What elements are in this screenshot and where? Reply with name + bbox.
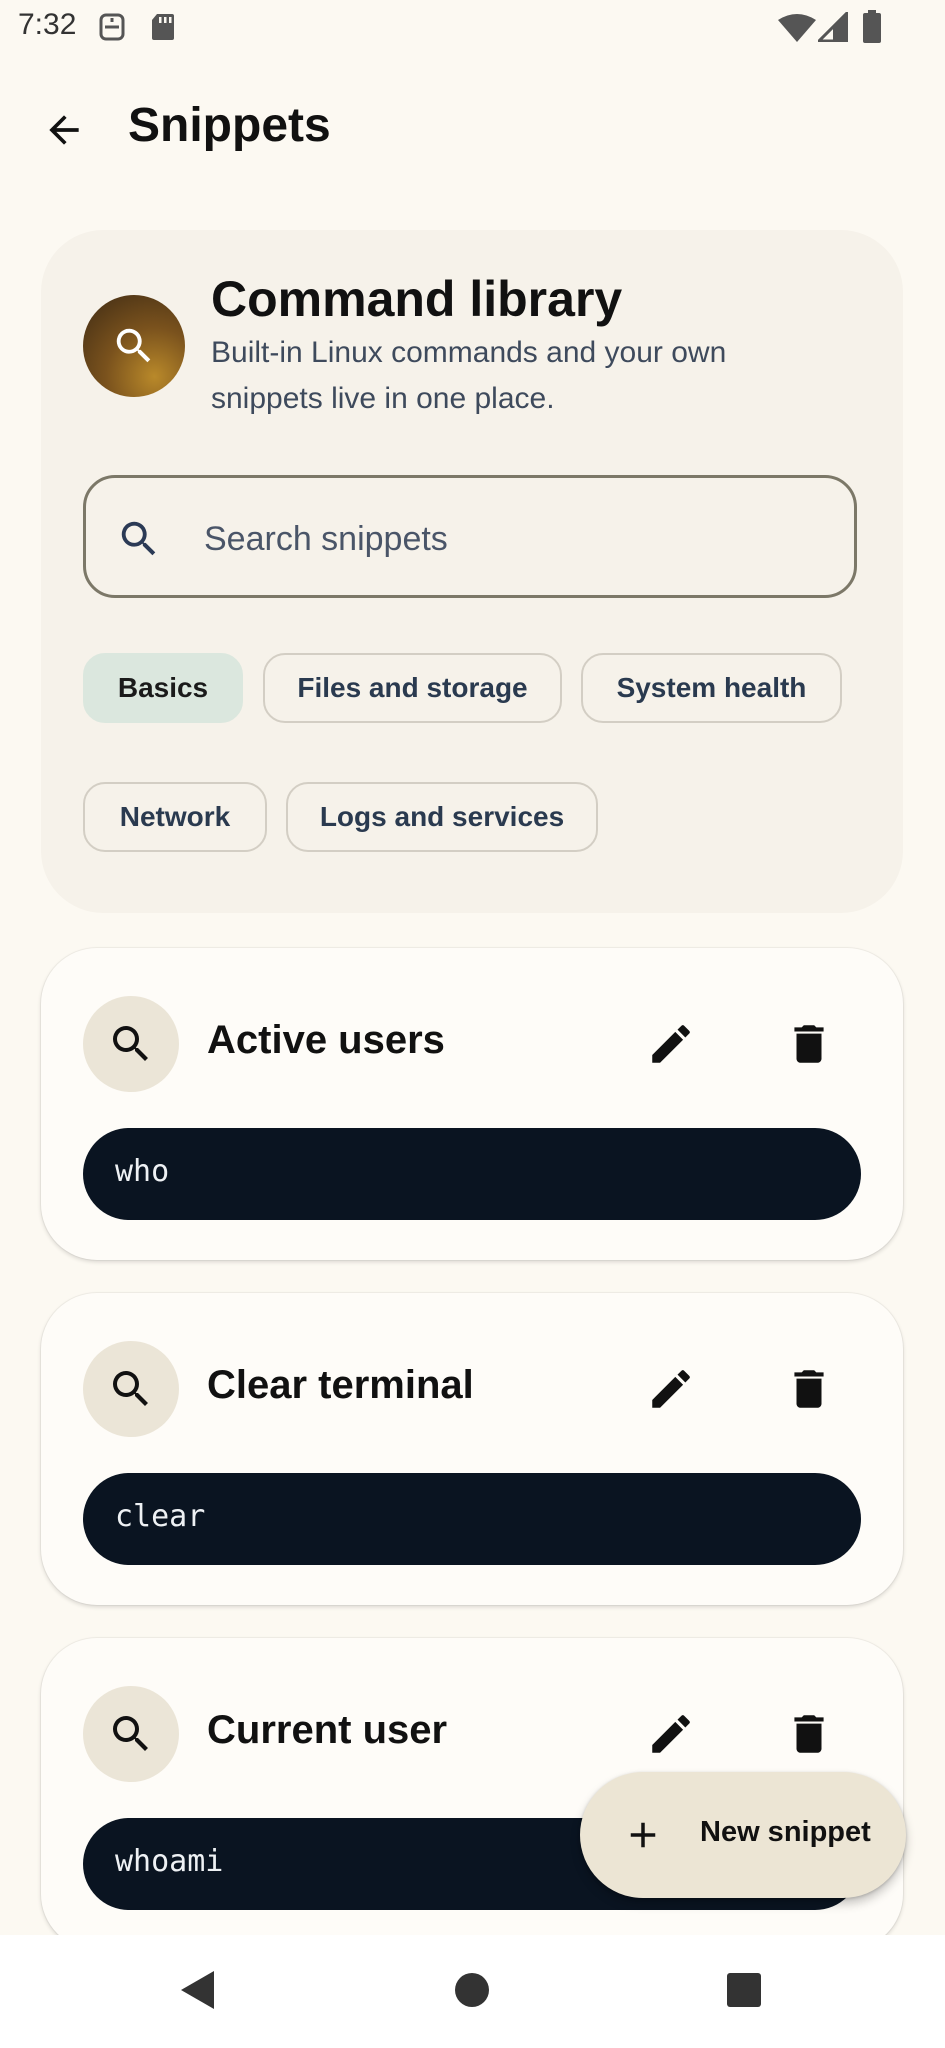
wifi-icon [778, 14, 816, 47]
home-circle-icon [455, 1973, 489, 2007]
sd-card-icon [150, 12, 176, 47]
new-snippet-button[interactable]: New snippet [580, 1772, 906, 1898]
delete-button[interactable] [779, 1704, 839, 1764]
hero-avatar [83, 295, 185, 397]
search-input[interactable] [202, 508, 826, 570]
chip-files-and-storage[interactable]: Files and storage [263, 653, 562, 723]
chip-logs-and-services[interactable]: Logs and services [286, 782, 598, 852]
signal-icon [815, 9, 849, 47]
search-icon [116, 516, 162, 567]
trash-icon [794, 1715, 824, 1753]
hero-subtitle: Built-in Linux commands and your own sni… [211, 336, 727, 415]
snippet-icon [83, 996, 179, 1092]
chip-network[interactable]: Network [83, 782, 267, 852]
search-icon [113, 1026, 148, 1061]
back-triangle-icon [181, 1971, 214, 2009]
search-icon [113, 1716, 148, 1751]
nav-back-button[interactable] [158, 1955, 238, 2025]
command-text: clear [115, 1499, 206, 1534]
command-block[interactable]: who [83, 1128, 861, 1220]
snippet-title: Active users [207, 1018, 445, 1062]
battery-icon [862, 10, 882, 49]
command-library-card: Command library Built-in Linux commands … [41, 230, 903, 913]
snippet-card[interactable]: Clear terminal clear [41, 1293, 903, 1605]
edit-button[interactable] [641, 1014, 701, 1074]
chip-system-health[interactable]: System health [581, 653, 842, 723]
status-bar: 7:32 [0, 0, 945, 58]
delete-button[interactable] [779, 1014, 839, 1074]
chip-basics[interactable]: Basics [83, 653, 243, 723]
page-title: Snippets [128, 99, 331, 152]
snippet-title: Current user [207, 1708, 448, 1752]
snippet-card[interactable]: Active users who [41, 948, 903, 1260]
command-block[interactable]: clear [83, 1473, 861, 1565]
pencil-icon [652, 1025, 690, 1063]
delete-button[interactable] [779, 1359, 839, 1419]
app-bar: Snippets [0, 80, 945, 180]
trash-icon [794, 1025, 824, 1063]
search-icon [116, 328, 151, 363]
arrow-back-icon [49, 115, 79, 145]
system-nav-bar [0, 1935, 945, 2048]
search-field[interactable] [83, 475, 857, 598]
hero-title: Command library [211, 271, 623, 327]
recents-square-icon [727, 1973, 761, 2007]
pencil-icon [652, 1370, 690, 1408]
search-icon [113, 1371, 148, 1406]
snippet-icon [83, 1341, 179, 1437]
snippet-icon [83, 1686, 179, 1782]
plus-icon [622, 1814, 664, 1861]
command-text: who [115, 1154, 170, 1189]
command-text: whoami [115, 1844, 224, 1879]
back-button[interactable] [34, 100, 94, 160]
status-time: 7:32 [18, 8, 77, 41]
edit-button[interactable] [641, 1704, 701, 1764]
edit-button[interactable] [641, 1359, 701, 1419]
snippet-title: Clear terminal [207, 1363, 474, 1407]
dnd-icon [98, 12, 126, 47]
new-snippet-label: New snippet [700, 1816, 871, 1848]
trash-icon [794, 1370, 824, 1408]
pencil-icon [652, 1715, 690, 1753]
nav-recents-button[interactable] [704, 1955, 784, 2025]
nav-home-button[interactable] [432, 1955, 512, 2025]
